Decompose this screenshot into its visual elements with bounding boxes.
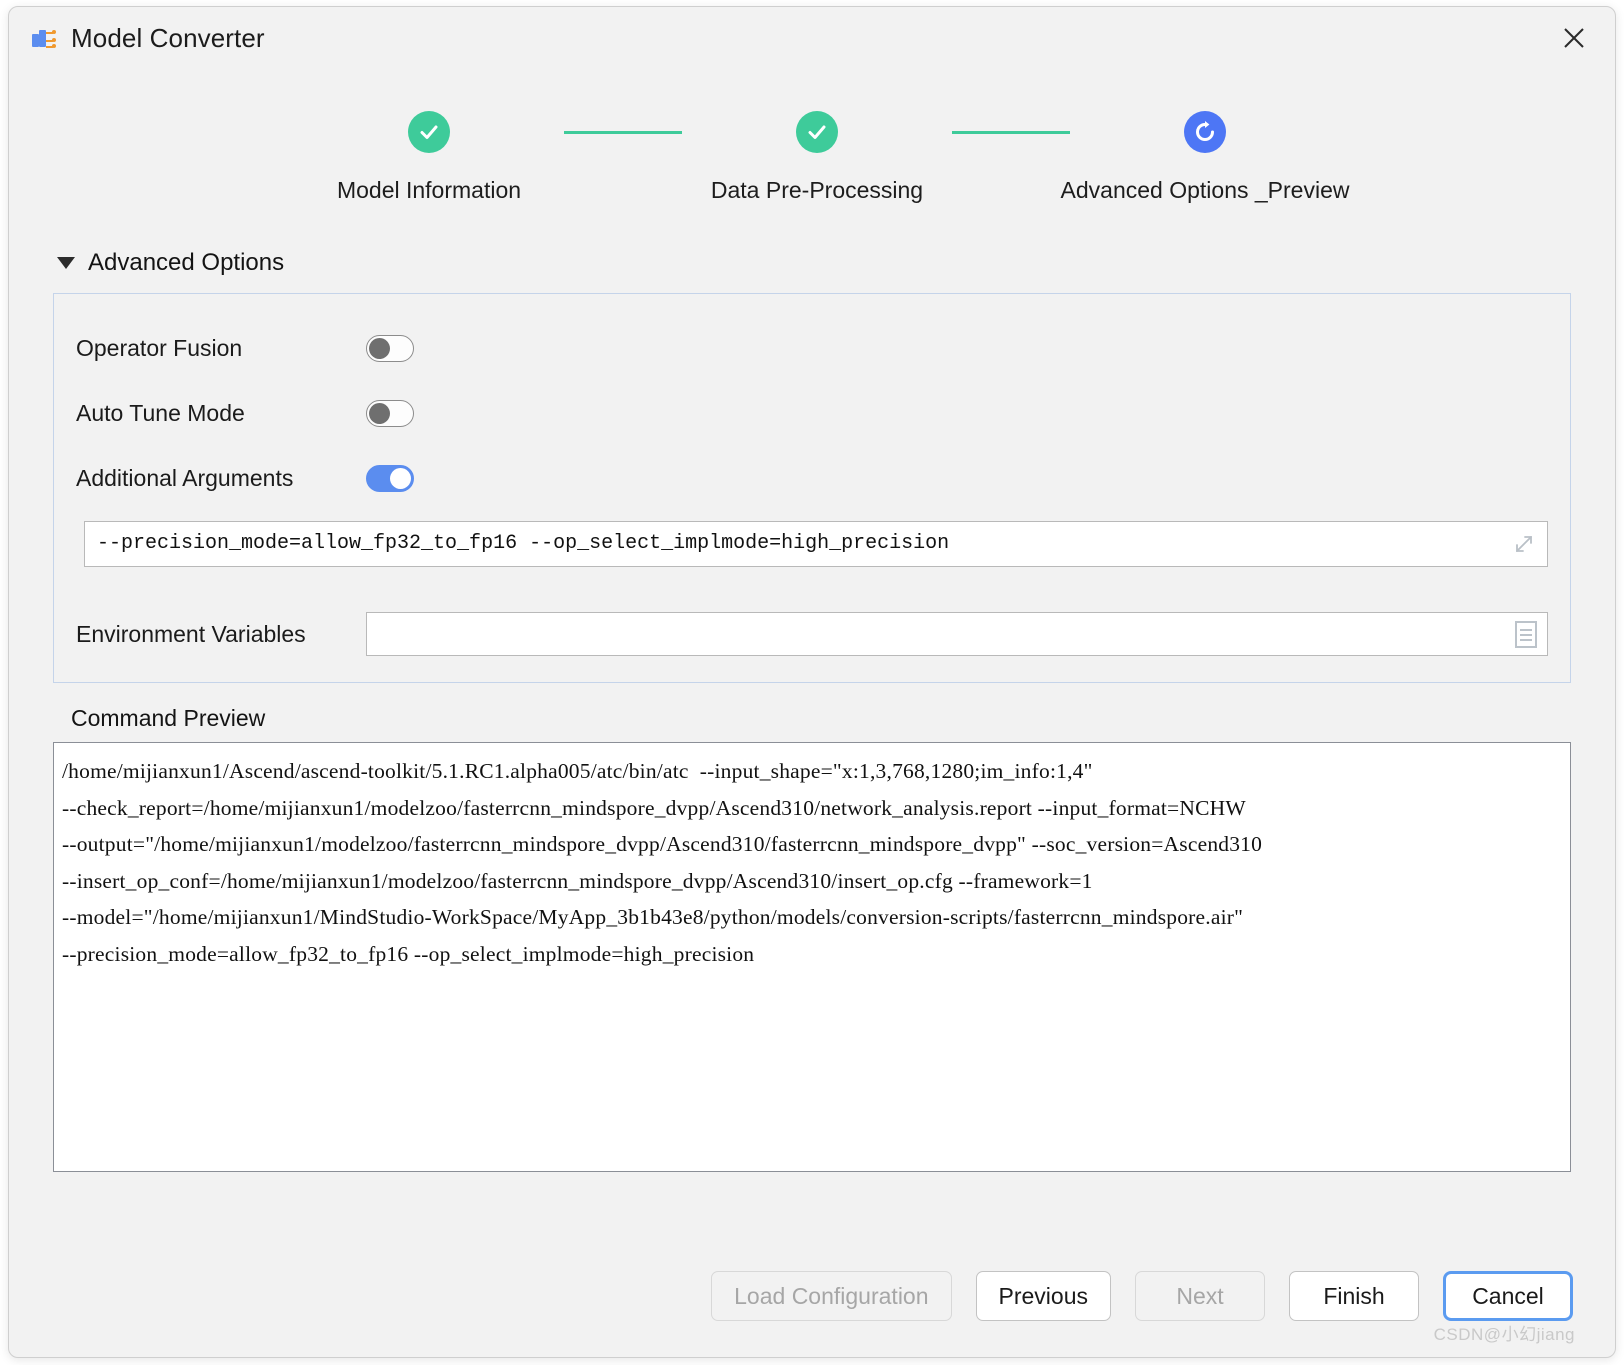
additional-arguments-input[interactable]: --precision_mode=allow_fp32_to_fp16 --op… [84,521,1548,567]
step-data-pre-processing[interactable]: Data Pre-Processing [682,111,952,204]
additional-arguments-field-wrapper: --precision_mode=allow_fp32_to_fp16 --op… [84,521,1548,567]
command-preview-line: --insert_op_conf=/home/mijianxun1/modelz… [62,868,1093,893]
additional-arguments-label: Additional Arguments [76,465,294,491]
operator-fusion-toggle[interactable] [366,335,414,362]
environment-variables-label: Environment Variables [76,620,306,647]
command-preview-line: --output="/home/mijianxun1/modelzoo/fast… [62,832,1263,856]
auto-tune-mode-label: Auto Tune Mode [76,400,245,426]
check-icon [408,111,450,153]
wizard-stepper: Model Information Data Pre-Processing Ad… [9,111,1615,204]
model-converter-dialog: Model Converter Model Information Data P… [8,6,1616,1358]
command-preview-textarea[interactable]: /home/mijianxun1/Ascend/ascend-toolkit/5… [53,742,1571,1172]
next-button[interactable]: Next [1135,1271,1265,1321]
environment-variables-row: Environment Variables [54,612,1570,656]
expand-arrows-icon[interactable] [1512,532,1536,556]
step-advanced-options-preview[interactable]: Advanced Options _Preview [1061,111,1349,204]
advanced-options-panel: Operator Fusion Auto Tune Mode Additiona… [53,293,1571,683]
check-icon [796,111,838,153]
window-title: Model Converter [71,22,265,53]
cancel-button[interactable]: Cancel [1443,1271,1573,1321]
step-label: Model Information [336,177,522,203]
finish-button[interactable]: Finish [1289,1271,1419,1321]
command-preview-label: Command Preview [71,705,266,731]
step-model-information[interactable]: Model Information [294,111,564,204]
step-connector [952,131,1070,134]
auto-tune-mode-toggle[interactable] [366,400,414,427]
watermark: CSDN@小幻jiang [1433,1325,1575,1344]
command-preview-line: /home/mijianxun1/Ascend/ascend-toolkit/5… [62,759,1093,783]
model-converter-icon [31,25,57,51]
environment-variables-field [366,612,1548,656]
refresh-icon [1184,111,1226,153]
title-bar: Model Converter [9,7,1615,69]
command-preview-line: --precision_mode=allow_fp32_to_fp16 --op… [62,941,755,966]
advanced-options-toggle[interactable]: Advanced Options [57,249,284,277]
environment-variables-input[interactable] [367,613,1547,655]
dialog-footer: Load Configuration Previous Next Finish … [9,1271,1615,1321]
auto-tune-mode-row: Auto Tune Mode [54,381,1570,446]
chevron-down-icon [57,257,75,269]
close-icon[interactable] [1555,19,1593,57]
list-editor-icon[interactable] [1515,621,1537,648]
additional-arguments-toggle[interactable] [366,465,414,492]
operator-fusion-row: Operator Fusion [54,316,1570,381]
step-label: Advanced Options _Preview [1060,177,1350,203]
previous-button[interactable]: Previous [975,1271,1111,1321]
step-connector [564,131,682,134]
step-label: Data Pre-Processing [710,177,924,203]
additional-arguments-row: Additional Arguments [54,446,1570,511]
operator-fusion-label: Operator Fusion [76,335,243,361]
command-preview-line: --check_report=/home/mijianxun1/modelzoo… [62,795,1246,820]
command-preview-line: --model="/home/mijianxun1/MindStudio-Wor… [62,905,1244,929]
advanced-options-title: Advanced Options [88,249,285,276]
load-configuration-button[interactable]: Load Configuration [711,1271,952,1321]
